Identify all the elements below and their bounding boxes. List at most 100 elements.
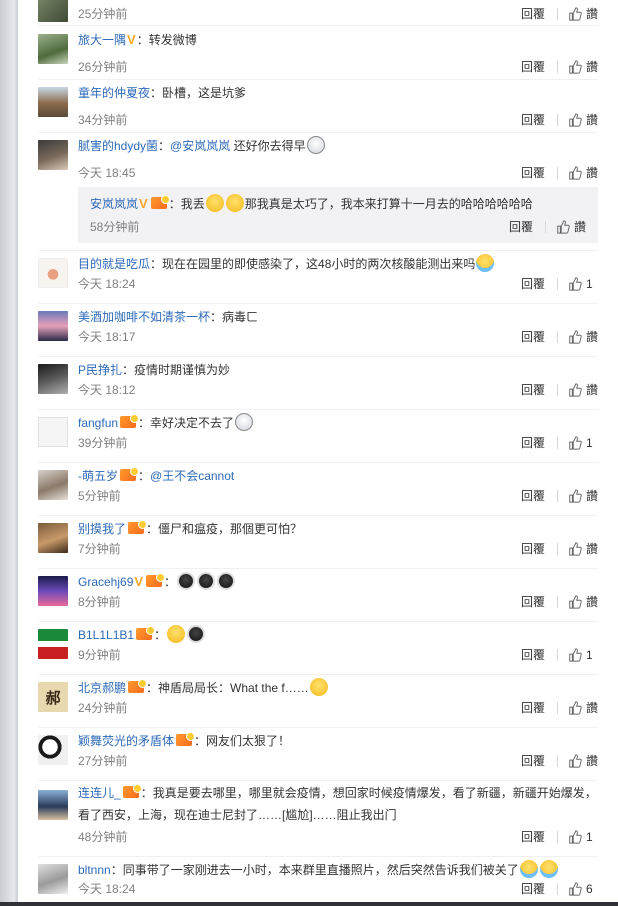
like-button[interactable]: 讚 xyxy=(568,700,598,716)
username[interactable]: P民挣扎 xyxy=(78,363,122,377)
username[interactable]: 颖舞荧光的矛盾体 xyxy=(78,734,174,748)
like-button[interactable]: 讚 xyxy=(568,59,598,75)
like-count: 讚 xyxy=(585,113,598,127)
like-button[interactable]: 讚 xyxy=(568,6,598,22)
avatar[interactable] xyxy=(38,311,68,341)
avatar[interactable] xyxy=(38,417,68,447)
comment-item: 目的就是吃瓜：现在在园里的即使感染了，这48小时的两次核酸能测出来吗 今天 18… xyxy=(38,251,598,304)
avatar[interactable] xyxy=(38,470,68,500)
reply-button[interactable]: 回覆 xyxy=(521,435,545,451)
username[interactable]: 童年的仲夏夜 xyxy=(78,86,150,100)
comment-text: ：神盾局局长：What the f…… xyxy=(146,681,309,695)
username[interactable]: 美酒加咖啡不如清茶一杯 xyxy=(78,310,210,324)
reply-button[interactable]: 回覆 xyxy=(521,881,545,897)
avatar[interactable] xyxy=(38,258,68,288)
like-count: 讚 xyxy=(585,383,598,397)
like-button[interactable]: 1 xyxy=(568,276,598,292)
reply-button[interactable]: 回覆 xyxy=(521,276,545,292)
like-button[interactable]: 6 xyxy=(568,881,598,897)
comment-time: 今天 18:12 xyxy=(78,383,136,397)
reply-button[interactable]: 回覆 xyxy=(521,541,545,557)
avatar[interactable] xyxy=(38,790,68,820)
like-count: 6 xyxy=(586,882,593,896)
username[interactable]: 腻害的hdydy菌 xyxy=(78,139,158,153)
reply-button[interactable]: 回覆 xyxy=(521,6,545,22)
mention-link[interactable]: @王不会cannot xyxy=(150,469,234,483)
reply-button[interactable]: 回覆 xyxy=(521,382,545,398)
avatar[interactable] xyxy=(38,629,68,659)
like-button[interactable]: 讚 xyxy=(568,329,598,345)
reply-button[interactable]: 回覆 xyxy=(521,594,545,610)
username[interactable]: 目的就是吃瓜 xyxy=(78,257,150,271)
comment-item: 别摸我了 ：僵尸和瘟疫，那個更可怕？ 7分钟前 回覆 讚 xyxy=(38,516,598,569)
reply-button[interactable]: 回覆 xyxy=(521,488,545,504)
reply-button[interactable]: 回覆 xyxy=(521,647,545,663)
comment-text: ：病毒ㄈ xyxy=(210,310,259,324)
username[interactable]: B1L1L1B1 xyxy=(78,628,134,642)
avatar[interactable] xyxy=(38,523,68,553)
reply-button[interactable]: 回覆 xyxy=(521,829,545,845)
like-button[interactable]: 讚 xyxy=(556,219,586,235)
comment-item: 连连儿_ ：我真是要去哪里，哪里就会疫情，想回家时候疫情爆发，看了新疆，新疆开始爆… xyxy=(38,781,598,857)
comment-time: 8分钟前 xyxy=(78,595,121,609)
panda-emoji-icon xyxy=(197,572,216,590)
reply-button[interactable]: 回覆 xyxy=(509,219,533,235)
divider xyxy=(556,331,558,343)
like-count: 讚 xyxy=(585,60,598,74)
username[interactable]: bltnnn xyxy=(78,863,111,877)
like-button[interactable]: 讚 xyxy=(568,488,598,504)
divider xyxy=(556,114,558,126)
avatar[interactable] xyxy=(38,576,68,606)
avatar[interactable] xyxy=(38,735,68,765)
thumbs-up-icon xyxy=(569,701,582,715)
avatar[interactable] xyxy=(38,87,68,117)
username[interactable]: 别摸我了 xyxy=(78,522,126,536)
like-button[interactable]: 讚 xyxy=(568,753,598,769)
comment-time: 7分钟前 xyxy=(78,542,121,556)
reply-button[interactable]: 回覆 xyxy=(521,753,545,769)
avatar[interactable] xyxy=(38,364,68,394)
username[interactable]: 连连儿_ xyxy=(78,786,121,800)
avatar[interactable] xyxy=(38,34,68,64)
comment-text: ：网友们太狠了！ xyxy=(194,734,291,748)
username[interactable]: 安岚岚岚 xyxy=(90,197,138,211)
reply-button[interactable]: 回覆 xyxy=(521,329,545,345)
like-button[interactable]: 1 xyxy=(568,829,598,845)
like-button[interactable]: 讚 xyxy=(568,382,598,398)
like-button[interactable]: 讚 xyxy=(568,541,598,557)
divider xyxy=(557,437,558,449)
panda-emoji-icon xyxy=(217,572,236,590)
smile-emoji-icon xyxy=(309,678,328,696)
avatar[interactable] xyxy=(38,140,68,170)
avatar[interactable] xyxy=(38,864,68,894)
divider xyxy=(556,755,558,767)
comment-item: 颖舞荧光的矛盾体 ：网友们太狠了！ 27分钟前 回覆 讚 xyxy=(38,728,598,781)
verified-v-icon: V xyxy=(134,574,144,589)
username[interactable]: -萌五岁 xyxy=(78,469,118,483)
like-count: 1 xyxy=(586,436,593,450)
username[interactable]: 旅大一隅 xyxy=(78,33,126,47)
reply-button[interactable]: 回覆 xyxy=(521,59,545,75)
thumbs-up-icon xyxy=(569,754,582,768)
like-button[interactable]: 讚 xyxy=(568,594,598,610)
laugh-cry-emoji-icon xyxy=(519,860,538,878)
comment-text: ：现在在园里的即使感染了，这48小时的两次核酸能测出来吗 xyxy=(150,257,476,271)
reply-button[interactable]: 回覆 xyxy=(521,700,545,716)
like-button[interactable]: 讚 xyxy=(568,165,598,181)
like-button[interactable]: 1 xyxy=(568,647,598,663)
reply-button[interactable]: 回覆 xyxy=(521,165,545,181)
reply-button[interactable]: 回覆 xyxy=(521,112,545,128)
comment-item: -萌五岁 ：@王不会cannot 5分钟前 回覆 讚 xyxy=(38,463,598,516)
like-button[interactable]: 1 xyxy=(568,435,598,451)
avatar-character: 郝 xyxy=(45,689,61,707)
like-button[interactable]: 讚 xyxy=(568,112,598,128)
thumbs-up-icon xyxy=(569,7,582,21)
username[interactable]: Gracehj69 xyxy=(78,575,133,589)
avatar[interactable]: 郝 xyxy=(38,682,68,712)
username[interactable]: fangfun xyxy=(78,416,118,430)
username[interactable]: 北京郝鹏 xyxy=(78,681,126,695)
thumbs-up-icon xyxy=(569,436,582,450)
comment-time: 今天 18:17 xyxy=(78,330,136,344)
mention-link[interactable]: @安岚岚岚 xyxy=(170,139,230,153)
avatar[interactable] xyxy=(38,0,68,22)
